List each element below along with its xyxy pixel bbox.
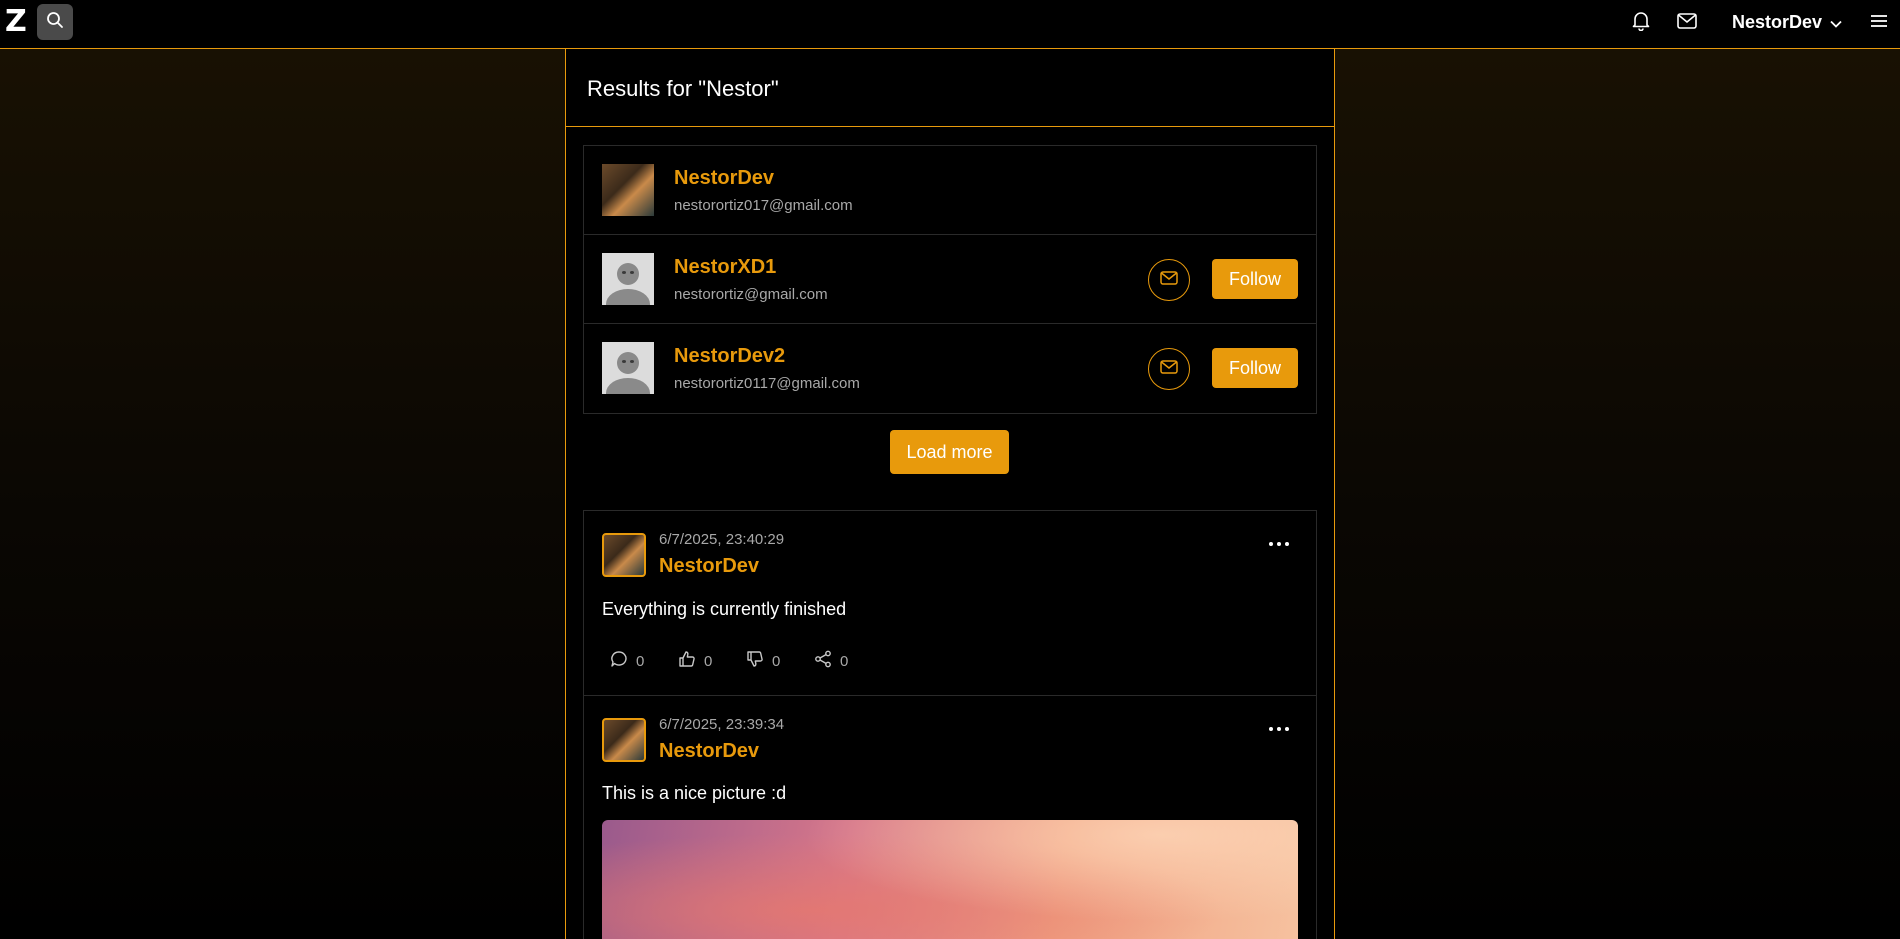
user-email: nestorortiz0117@gmail.com (674, 375, 860, 392)
dislike-count: 0 (772, 652, 781, 670)
post-author[interactable]: NestorDev (659, 740, 759, 763)
current-username: NestorDev (1732, 11, 1823, 32)
user-result-row[interactable]: NestorDev2 nestorortiz0117@gmail.com Fol… (584, 324, 1316, 413)
post-actions: 0 0 0 0 (610, 650, 882, 672)
top-navbar: Z NestorDev (0, 0, 1900, 49)
more-options-button[interactable] (1269, 541, 1289, 547)
share-icon (814, 650, 832, 672)
user-name[interactable]: NestorXD1 (674, 256, 776, 279)
user-name[interactable]: NestorDev (674, 167, 774, 190)
message-user-button[interactable] (1148, 348, 1190, 390)
results-header: Results for "Nestor" (566, 49, 1334, 127)
post-card: 6/7/2025, 23:39:34 NestorDev This is a n… (583, 696, 1317, 939)
avatar[interactable] (602, 164, 654, 216)
mail-icon (1160, 270, 1178, 290)
bell-icon (1632, 11, 1650, 36)
main-column: Results for "Nestor" NestorDev nestorort… (565, 49, 1335, 939)
share-count: 0 (840, 652, 849, 670)
comment-icon (610, 650, 628, 672)
post-image[interactable] (602, 820, 1298, 939)
load-more-button[interactable]: Load more (890, 430, 1009, 474)
comment-button[interactable]: 0 (610, 650, 678, 672)
user-menu-dropdown[interactable]: NestorDev (1732, 10, 1842, 34)
more-options-button[interactable] (1269, 726, 1289, 732)
post-card: 6/7/2025, 23:40:29 NestorDev Everything … (583, 510, 1317, 696)
post-author[interactable]: NestorDev (659, 555, 759, 578)
more-dots-icon (1269, 542, 1273, 546)
search-icon (46, 11, 64, 34)
user-email: nestorortiz@gmail.com (674, 286, 828, 303)
like-count: 0 (704, 652, 713, 670)
avatar[interactable] (602, 718, 646, 762)
mail-icon (1677, 12, 1697, 34)
like-button[interactable]: 0 (678, 650, 746, 672)
thumbs-down-icon (746, 650, 764, 672)
comment-count: 0 (636, 652, 645, 670)
mail-icon (1160, 359, 1178, 379)
user-email: nestorortiz017@gmail.com (674, 197, 853, 214)
user-result-row[interactable]: NestorDev nestorortiz017@gmail.com (584, 146, 1316, 235)
more-dots-icon (1269, 727, 1273, 731)
message-user-button[interactable] (1148, 259, 1190, 301)
post-text: Everything is currently finished (602, 599, 847, 619)
app-logo[interactable]: Z (5, 7, 29, 37)
thumbs-up-icon (678, 650, 696, 672)
page-title: Results for "Nestor" (587, 76, 779, 101)
search-button[interactable] (37, 4, 73, 40)
main-menu-button[interactable] (1868, 12, 1890, 34)
hamburger-icon (1871, 14, 1887, 33)
post-timestamp: 6/7/2025, 23:40:29 (659, 531, 785, 548)
share-button[interactable]: 0 (814, 650, 882, 672)
follow-button[interactable]: Follow (1212, 259, 1298, 299)
avatar[interactable] (602, 533, 646, 577)
dislike-button[interactable]: 0 (746, 650, 814, 672)
user-results-list: NestorDev nestorortiz017@gmail.com Nesto… (583, 145, 1317, 414)
user-result-row[interactable]: NestorXD1 nestorortiz@gmail.com Follow (584, 235, 1316, 324)
notifications-button[interactable] (1630, 11, 1652, 36)
chevron-down-icon (1830, 12, 1842, 33)
user-name[interactable]: NestorDev2 (674, 345, 785, 368)
messages-button[interactable] (1676, 12, 1698, 34)
post-text: This is a nice picture :d (602, 783, 787, 803)
post-timestamp: 6/7/2025, 23:39:34 (659, 716, 785, 733)
follow-button[interactable]: Follow (1212, 348, 1298, 388)
avatar[interactable] (602, 342, 654, 394)
avatar[interactable] (602, 253, 654, 305)
